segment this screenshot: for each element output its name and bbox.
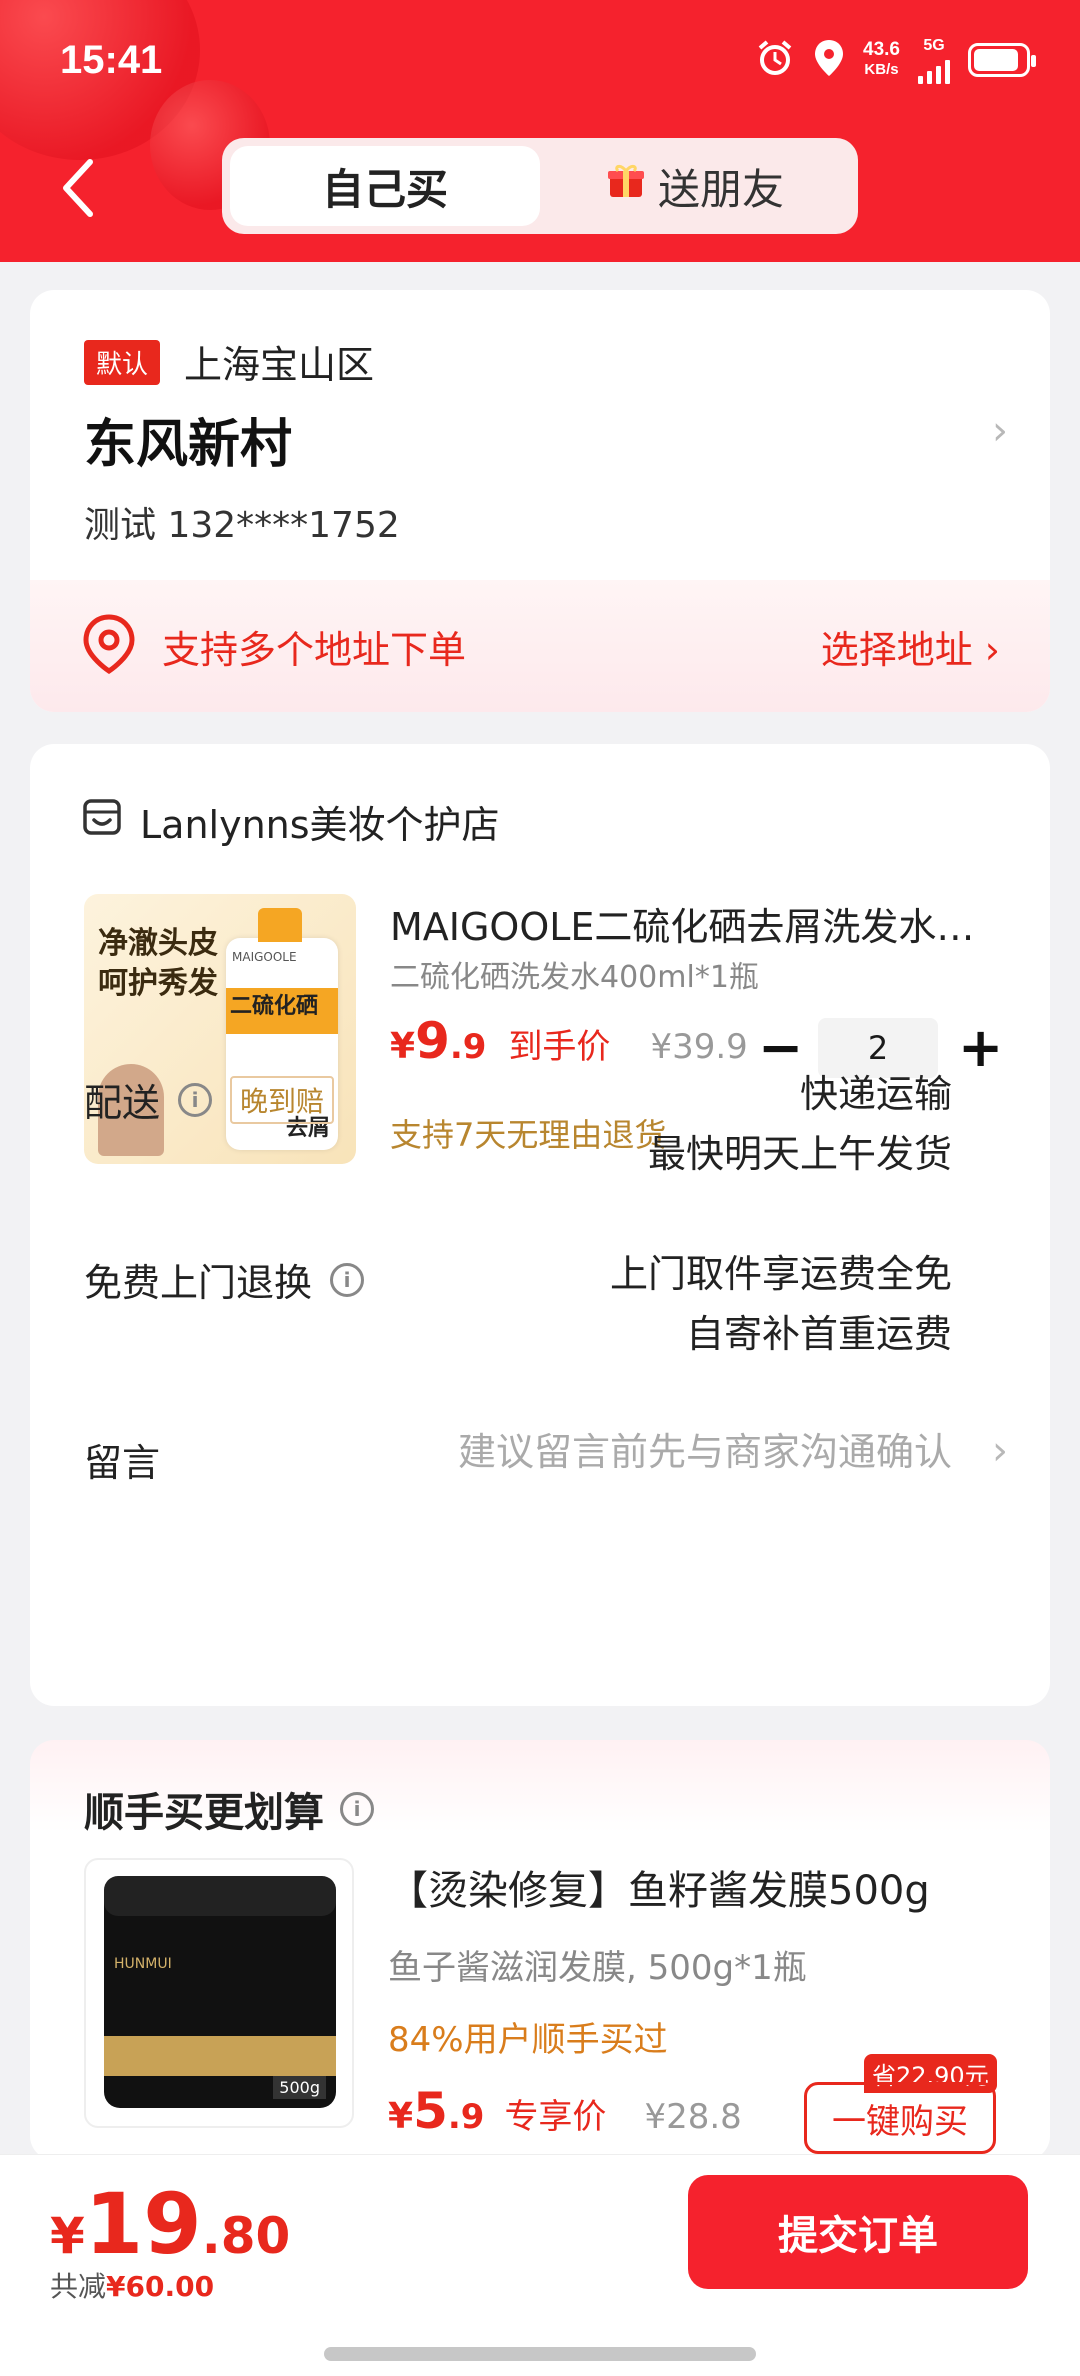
submit-order-button[interactable]: 提交订单 — [688, 2175, 1028, 2289]
gift-icon — [606, 161, 646, 211]
info-icon[interactable]: i — [178, 1082, 213, 1117]
product-name[interactable]: MAIGOOLE二硫化硒去屑洗发水… — [390, 896, 1010, 951]
default-address-tag: 默认 — [84, 340, 161, 385]
net-speed-value: 43.6 — [863, 39, 900, 60]
shop-icon — [82, 798, 122, 845]
memo-input[interactable]: 建议留言前先与商家沟通确认 — [458, 1422, 952, 1482]
location-icon — [813, 38, 845, 83]
product-price: ¥9.9 到手价 ¥39.9 — [390, 1012, 748, 1070]
price-decimal: .9 — [449, 1027, 487, 1067]
free-return-label: 免费上门退换 — [84, 1261, 313, 1305]
bottle-brand: MAIGOOLE — [232, 950, 297, 964]
battery-icon — [968, 43, 1036, 77]
total-price: ¥ 19 .80 — [50, 2175, 290, 2273]
location-pin-icon — [80, 613, 138, 679]
jar-size: 500g — [273, 2076, 326, 2099]
signal-icon — [918, 56, 950, 84]
total-decimal: .80 — [201, 2207, 291, 2265]
back-arrow-icon — [63, 159, 93, 217]
info-icon[interactable]: i — [330, 1262, 365, 1297]
total-discount: 共减¥60.00 — [50, 2265, 214, 2305]
home-indicator[interactable] — [324, 2347, 756, 2361]
choose-address-label: 选择地址 — [820, 627, 973, 672]
alarm-icon — [755, 38, 795, 83]
tab-label: 送朋友 — [657, 164, 784, 214]
purchase-mode-tabs: 自己买 送朋友 — [222, 138, 858, 234]
price-integer: 9 — [415, 1012, 450, 1070]
delivery-method: 快递运输 — [799, 1072, 952, 1116]
tab-gift-friend[interactable]: 送朋友 — [540, 146, 850, 226]
price-tag: 到手价 — [508, 1027, 611, 1067]
tab-buy-for-self[interactable]: 自己买 — [230, 146, 540, 226]
order-card: Lanlynns美妆个护店 净澈头皮 呵护秀发 MAIGOOLE 二硫化硒 去屑… — [30, 744, 1050, 1706]
addon-card: 顺手买更划算 i HUNMUI 500g 【烫染修复】鱼籽酱发膜500g 鱼子酱… — [30, 1740, 1050, 2160]
memo-label: 留言 — [84, 1441, 161, 1485]
net-speed-unit: KB/s — [864, 61, 899, 78]
one-click-buy-button[interactable]: 一键购买 — [804, 2082, 996, 2154]
status-bar: 15:41 43.6 KB/s 5G — [60, 30, 1036, 90]
discount-value: ¥60.00 — [106, 2270, 215, 2303]
tab-label: 自己买 — [321, 164, 448, 214]
shop-header[interactable]: Lanlynns美妆个护店 — [82, 794, 500, 849]
chevron-right-icon: › — [992, 408, 1008, 454]
shop-name: Lanlynns美妆个护店 — [140, 803, 500, 847]
addon-price: ¥5.9 专享价 ¥28.8 — [388, 2082, 742, 2140]
increase-quantity-button[interactable]: + — [958, 1016, 1003, 1079]
price-tag: 专享价 — [504, 2097, 607, 2137]
delivery-time: 最快明天上午发货 — [647, 1132, 952, 1176]
net-speed: 43.6 KB/s — [863, 40, 900, 80]
chevron-right-icon: › — [992, 1428, 1008, 1474]
status-time: 15:41 — [60, 37, 163, 82]
memo-row: 留言 — [84, 1432, 160, 1487]
jar-brand: HUNMUI — [114, 1956, 172, 1972]
multi-address-text: 支持多个地址下单 — [162, 627, 467, 672]
discount-label: 共减 — [50, 2270, 107, 2303]
price-currency: ¥ — [388, 2096, 414, 2137]
address-street: 东风新村 — [84, 415, 293, 475]
refund-policy: 支持7天无理由退货 — [390, 1116, 667, 1154]
bottle-label: 二硫化硒 — [226, 988, 338, 1034]
addon-title: 顺手买更划算 i — [84, 1780, 374, 1838]
original-price: ¥39.9 — [650, 1027, 748, 1067]
free-return-value: 上门取件享运费全免 自寄补首重运费 — [610, 1244, 952, 1364]
back-button[interactable] — [58, 158, 98, 218]
late-compensation-tag: 晚到赔 — [230, 1075, 335, 1124]
delivery-value: 快递运输 最快明天上午发货 — [648, 1064, 952, 1184]
price-decimal: .9 — [447, 2097, 485, 2137]
info-icon[interactable]: i — [340, 1792, 374, 1826]
multi-address-bar[interactable]: 支持多个地址下单 选择地址 › — [30, 580, 1050, 712]
net-type: 5G — [923, 37, 945, 54]
price-currency: ¥ — [390, 1026, 416, 1067]
product-spec[interactable]: 二硫化硒洗发水400ml*1瓶 — [390, 952, 759, 996]
jar-shape: HUNMUI 500g — [104, 1876, 336, 2108]
header: 15:41 43.6 KB/s 5G 自己买 送朋友 — [0, 0, 1080, 262]
checkout-bar: ¥ 19 .80 共减¥60.00 提交订单 — [0, 2154, 1080, 2376]
choose-address-link[interactable]: 选择地址 › — [821, 619, 1000, 674]
free-return-line1: 上门取件享运费全免 — [609, 1252, 952, 1296]
addon-spec: 鱼子酱滋润发膜, 500g*1瓶 — [388, 1948, 807, 1988]
address-region: 上海宝山区 — [184, 343, 375, 387]
addon-popularity: 84%用户顺手买过 — [388, 2020, 668, 2060]
total-integer: 19 — [84, 2175, 202, 2273]
addon-name[interactable]: 【烫染修复】鱼籽酱发膜500g — [388, 1858, 930, 1916]
total-currency: ¥ — [50, 2207, 85, 2265]
free-return-line2: 自寄补首重运费 — [685, 1312, 952, 1356]
address-contact: 测试 132****1752 — [84, 505, 400, 546]
delivery-label: 配送 — [84, 1081, 161, 1125]
image-slogan: 净澈头皮 — [98, 926, 218, 961]
original-price: ¥28.8 — [644, 2097, 742, 2137]
signal-block: 5G — [918, 36, 950, 84]
addon-product-image[interactable]: HUNMUI 500g — [84, 1858, 354, 2128]
address-card[interactable]: 默认 上海宝山区 东风新村 测试 132****1752 › 支持多个地址下单 … — [30, 290, 1050, 712]
addon-title-text: 顺手买更划算 — [84, 1790, 324, 1836]
price-integer: 5 — [413, 2082, 448, 2140]
delivery-row: 配送 i 晚到赔 — [84, 1072, 335, 1127]
image-slogan: 呵护秀发 — [98, 966, 218, 1001]
free-return-row: 免费上门退换 i — [84, 1252, 365, 1307]
